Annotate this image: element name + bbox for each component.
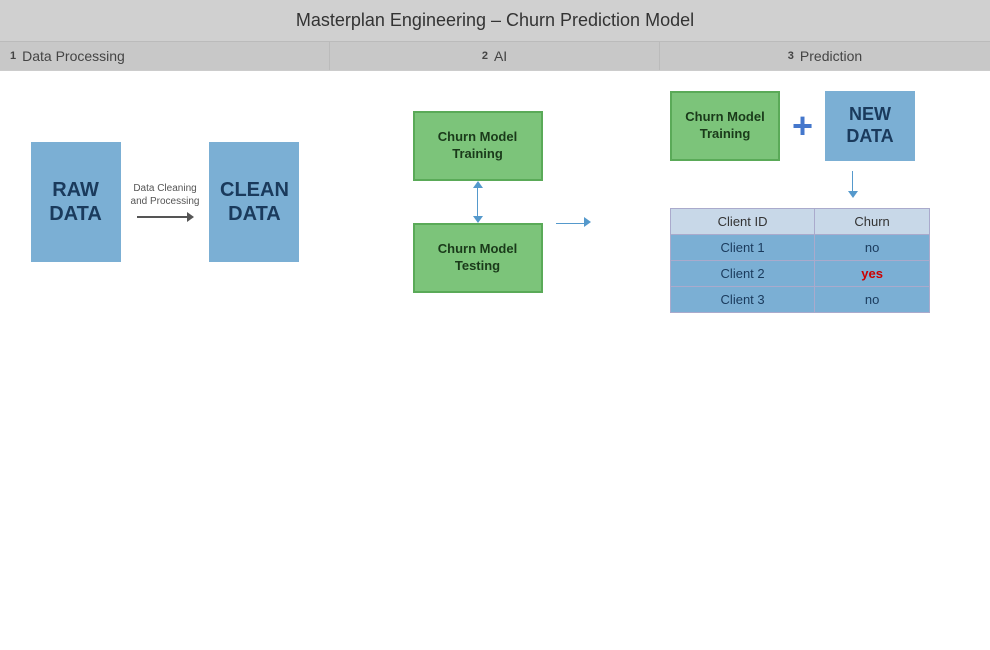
table-row: Client 3 no	[671, 287, 930, 313]
section-3-header: 3 Prediction	[660, 42, 990, 70]
section-1-header: 1 Data Processing	[0, 42, 330, 70]
plus-icon: +	[792, 105, 813, 147]
down-arrow-head	[473, 216, 483, 223]
right-arrow	[137, 212, 194, 222]
up-arrow-head	[473, 181, 483, 188]
client-3-churn: no	[815, 287, 930, 313]
section-2-num: 2	[482, 51, 488, 62]
section-2-label: AI	[494, 48, 507, 64]
client-2-id: Client 2	[671, 261, 815, 287]
table-row: Client 1 no	[671, 235, 930, 261]
cleaning-label: Data Cleaningand Processing	[131, 182, 200, 208]
double-arrow-container	[473, 181, 483, 223]
client-2-churn: yes	[815, 261, 930, 287]
training-label: Churn ModelTraining	[438, 129, 517, 163]
main-content: RAW DATA Data Cleaningand Processing CLE…	[0, 71, 990, 333]
ai-arrow-head	[584, 217, 591, 227]
raw-data-box: RAW DATA	[31, 142, 121, 262]
client-3-id: Client 3	[671, 287, 815, 313]
testing-label: Churn ModelTesting	[438, 241, 517, 275]
col-client-id: Client ID	[671, 209, 815, 235]
prediction-table: Client ID Churn Client 1 no Client 2 yes…	[670, 208, 930, 313]
data-cleaning-arrow: Data Cleaningand Processing	[131, 182, 200, 222]
down-arrow-line	[852, 171, 854, 191]
s3-training-box: Churn ModelTraining	[670, 91, 780, 161]
arrow-body	[137, 216, 187, 218]
client-1-churn: no	[815, 235, 930, 261]
client-1-id: Client 1	[671, 235, 815, 261]
section-1-content: RAW DATA Data Cleaningand Processing CLE…	[0, 71, 330, 333]
double-arrow-line	[477, 188, 479, 216]
col-churn: Churn	[815, 209, 930, 235]
section-1-label: Data Processing	[22, 48, 125, 64]
clean-data-box: CLEAN DATA	[209, 142, 299, 262]
ai-arrow-line	[556, 223, 584, 225]
churn-model-training-box: Churn ModelTraining	[413, 111, 543, 181]
new-data-box: NEW DATA	[825, 91, 915, 161]
section-3-content: Churn ModelTraining + NEW DATA Client ID…	[660, 71, 990, 333]
section-2-content: Churn ModelTraining Churn ModelTesting	[330, 71, 660, 333]
ai-to-prediction-arrow	[556, 178, 591, 227]
section-3-num: 3	[788, 51, 794, 62]
section-1-num: 1	[10, 51, 16, 62]
ai-boxes: Churn ModelTraining Churn ModelTesting	[413, 111, 543, 293]
down-arrow-head	[848, 191, 858, 198]
arrow-head	[187, 212, 194, 222]
prediction-top-row: Churn ModelTraining + NEW DATA	[670, 91, 980, 161]
page-title: Masterplan Engineering – Churn Predictio…	[0, 0, 990, 42]
section-2-header: 2 AI	[330, 42, 660, 70]
down-arrow	[725, 171, 980, 198]
churn-model-testing-box: Churn ModelTesting	[413, 223, 543, 293]
section-3-label: Prediction	[800, 48, 862, 64]
s3-training-label: Churn ModelTraining	[685, 109, 764, 143]
table-row: Client 2 yes	[671, 261, 930, 287]
